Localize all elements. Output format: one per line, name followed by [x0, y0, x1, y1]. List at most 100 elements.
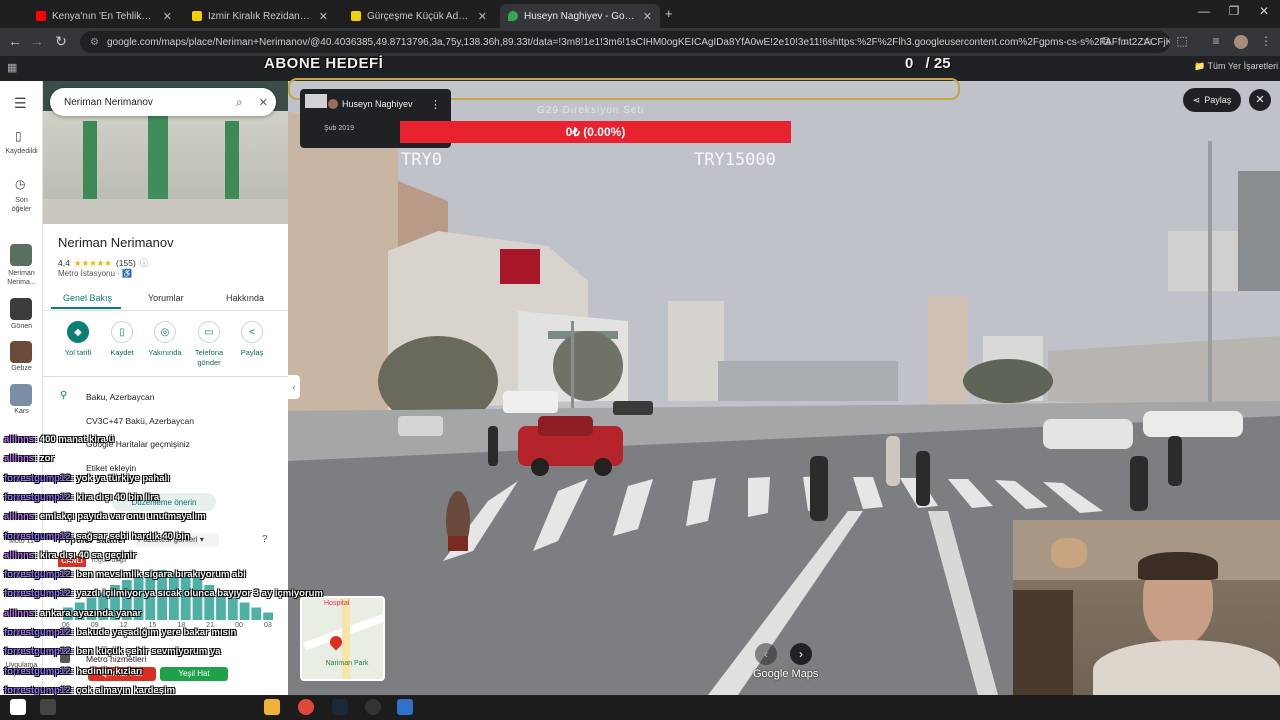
chrome-menu-icon[interactable]: ⋮	[1258, 34, 1274, 48]
sahibinden-favicon-icon	[351, 11, 361, 21]
saved-icon[interactable]: ▯	[15, 129, 22, 143]
obs-icon[interactable]	[365, 699, 381, 715]
rail-recent-label[interactable]: Kars	[0, 408, 43, 415]
review-count[interactable]: (155)	[116, 258, 136, 268]
close-window-icon[interactable]: ✕	[1249, 4, 1279, 18]
zoom-icon[interactable]: ⌕	[1118, 34, 1134, 49]
more-options-icon[interactable]: ⋮	[430, 98, 441, 111]
photo-column	[83, 121, 97, 201]
chat-text: : emlakçı payıda var onu unutmayalım	[34, 511, 206, 523]
search-box[interactable]: Neriman Nerimanov ⌕ ✕	[50, 88, 276, 116]
plus-code-row[interactable]: CV3C+47 Bakü, Azerbaycan	[86, 416, 194, 426]
chat-text: : yok ya türkiye pahalı	[70, 472, 170, 484]
steam-icon[interactable]	[332, 699, 348, 715]
browser-tab-3[interactable]: Gürçeşme Küçük Ada Mahalles ✕	[343, 4, 495, 28]
address-row[interactable]: Baku, Azerbaycan	[86, 392, 155, 402]
active-tab-indicator	[51, 307, 121, 309]
collapse-panel-button[interactable]: ‹	[288, 375, 300, 399]
site-info-icon[interactable]: ⚙	[90, 37, 99, 48]
recent-place-thumb[interactable]	[10, 298, 32, 320]
rail-recents-label[interactable]: Son öğeler	[0, 196, 43, 214]
chat-username: forrestgump12	[4, 472, 71, 484]
maps-favicon-icon	[508, 11, 518, 21]
help-icon[interactable]: ?	[262, 534, 268, 545]
windows-start-icon[interactable]	[10, 699, 26, 715]
bookmark-star-icon[interactable]: ☆	[1140, 34, 1156, 48]
divider	[43, 376, 288, 377]
share-button[interactable]: ⋖ Paylaş	[1183, 88, 1241, 112]
info-icon[interactable]: ⓘ	[140, 257, 149, 269]
chat-text: : kira dışı 40 bin lira	[70, 491, 160, 503]
install-app-icon[interactable]: ⧉	[1098, 34, 1114, 49]
close-tab-icon[interactable]: ✕	[319, 10, 328, 23]
chat-message: forrestgump12: bakude yaşadığım yere bak…	[4, 627, 236, 638]
chat-text: : 400 manat kira ü	[34, 434, 115, 445]
location-pin-icon: ⚲	[60, 390, 68, 401]
chrome-icon[interactable]	[298, 699, 314, 715]
minimize-icon[interactable]: —	[1189, 4, 1219, 18]
close-tab-icon[interactable]: ✕	[478, 10, 487, 23]
media-icon[interactable]: ≡	[1208, 34, 1224, 48]
webcam-shelf	[1013, 590, 1073, 695]
tab-reviews[interactable]: Yorumlar	[148, 293, 184, 303]
recent-place-thumb[interactable]	[10, 341, 32, 363]
windows-taskbar	[0, 695, 1280, 720]
menu-icon[interactable]: ☰	[14, 95, 27, 112]
back-icon[interactable]: ←	[6, 33, 24, 49]
all-bookmarks[interactable]: 📁 Tüm Yer İşaretleri	[1194, 61, 1278, 72]
directions-button[interactable]: ◆ Yol tarifi	[57, 321, 99, 358]
address-bar[interactable]: ⚙ google.com/maps/place/Neriman+Nerimano…	[80, 31, 1170, 53]
browser-tab-1[interactable]: Kenya'nın 'En Tehlikeli' Mahalle ✕	[28, 4, 180, 28]
rating-row[interactable]: 4,4 ★★★★★ (155) ⓘ	[58, 257, 148, 269]
rail-recent-label[interactable]: Neriman Nerima...	[0, 269, 43, 287]
profile-avatar[interactable]	[1234, 35, 1248, 49]
rail-recent-label[interactable]: Gebze	[0, 365, 43, 372]
calculator-icon[interactable]	[397, 699, 413, 715]
send-to-phone-button[interactable]: ▭ Telefona gönder	[188, 321, 230, 368]
place-category[interactable]: Metro İstasyonu · ♿	[58, 269, 132, 278]
tab-overview[interactable]: Genel Bakış	[63, 293, 112, 303]
minimap-label-hospital: Hospital	[324, 600, 350, 607]
browser-tab-2[interactable]: İzmir Kiralık Rezidans, Villa, Mü ✕	[184, 4, 336, 28]
file-explorer-icon[interactable]	[264, 699, 280, 715]
browser-tab-4[interactable]: Huseyn Naghiyev - Google Har ✕	[500, 4, 660, 28]
apps-grid-icon[interactable]: ▦	[7, 61, 17, 74]
clear-search-icon[interactable]: ✕	[259, 96, 268, 109]
recent-place-thumb[interactable]	[10, 244, 32, 266]
next-photo-button[interactable]: ›	[790, 643, 812, 665]
donation-goal-title: G29 Direksiyon Seti	[537, 105, 645, 116]
chat-username: allinns	[4, 434, 35, 445]
back-arrow-icon[interactable]	[305, 94, 327, 108]
restore-icon[interactable]: ❐	[1219, 4, 1249, 18]
minimap[interactable]: Hospital Nariman Park	[300, 596, 385, 681]
action-label: Paylaş	[240, 348, 264, 357]
search-input[interactable]: Neriman Nerimanov	[64, 97, 236, 108]
author-name[interactable]: Huseyn Naghiyev	[342, 99, 413, 109]
subscriber-goal-count: 0 / 25	[905, 55, 951, 72]
busyness-bar	[239, 602, 250, 620]
chat-username: forrestgump12	[4, 627, 71, 638]
add-label-row[interactable]: Etiket ekleyin	[86, 463, 136, 473]
chat-message: allinns: kira dışı 40 sa geçinir	[4, 550, 136, 561]
recents-icon[interactable]: ◷	[15, 177, 25, 191]
extensions-icon[interactable]: ⬚	[1174, 34, 1190, 48]
tab-about[interactable]: Hakkında	[226, 293, 264, 303]
taskbar-search-icon[interactable]	[40, 699, 56, 715]
recent-place-thumb[interactable]	[10, 384, 32, 406]
new-tab-button[interactable]: +	[665, 6, 673, 21]
reload-icon[interactable]: ↻	[52, 33, 70, 50]
phone-icon: ▭	[198, 321, 220, 343]
save-button[interactable]: ▯ Kaydet	[101, 321, 143, 358]
search-icon[interactable]: ⌕	[236, 95, 243, 110]
rail-recent-label[interactable]: Gönen	[0, 323, 43, 330]
previous-photo-button[interactable]: ‹	[755, 643, 777, 665]
forward-icon[interactable]: →	[28, 33, 46, 49]
close-tab-icon[interactable]: ✕	[643, 10, 652, 23]
close-street-view-button[interactable]: ✕	[1249, 89, 1271, 111]
nearby-button[interactable]: ◎ Yakınında	[144, 321, 186, 358]
rating-stars: ★★★★★	[73, 257, 112, 268]
green-line-badge[interactable]: Yeşil Hat	[160, 667, 228, 681]
close-tab-icon[interactable]: ✕	[163, 10, 172, 23]
rail-saved-label[interactable]: Kaydedildi	[0, 148, 43, 155]
share-place-button[interactable]: < Paylaş	[231, 321, 273, 358]
